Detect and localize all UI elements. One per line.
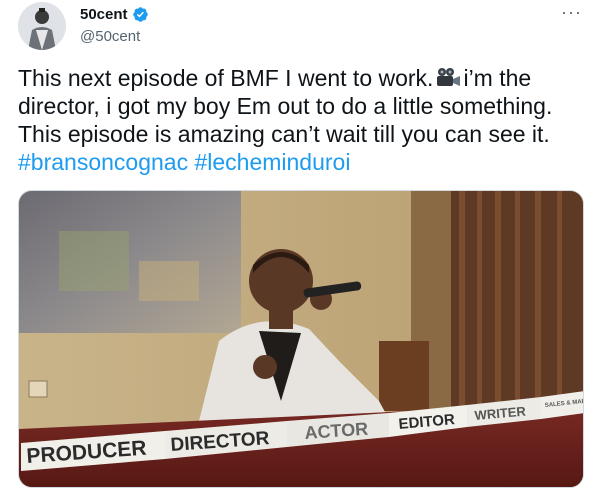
author-name-row: 50cent bbox=[80, 6, 149, 23]
tweet-text-line-3: This episode is amazing can’t wait till … bbox=[18, 121, 550, 147]
hashtag-link[interactable]: #lecheminduroi bbox=[194, 149, 350, 175]
more-options-icon[interactable]: ··· bbox=[561, 2, 582, 23]
verified-badge-icon bbox=[132, 7, 148, 22]
avatar[interactable] bbox=[18, 2, 66, 50]
movie-camera-icon bbox=[437, 68, 461, 86]
user-handle[interactable]: @50cent bbox=[80, 28, 140, 45]
tweet-text-line-2: director, i got my boy Em out to do a li… bbox=[18, 93, 553, 119]
avatar-image bbox=[18, 2, 66, 50]
hashtag-link[interactable]: #bransoncognac bbox=[18, 149, 188, 175]
tweet-hashtags: #bransoncognac #lecheminduroi bbox=[18, 148, 588, 176]
tweet-text: This next episode of BMF I went to work.… bbox=[18, 64, 588, 176]
tweet-media-photo[interactable]: PRODUCER DIRECTOR ACTOR EDITOR WRITER SA… bbox=[18, 190, 584, 488]
display-name[interactable]: 50cent bbox=[80, 6, 128, 23]
photo-man-at-panel-table: PRODUCER DIRECTOR ACTOR EDITOR WRITER SA… bbox=[19, 191, 583, 487]
tweet-text-line-1: This next episode of BMF I went to work.… bbox=[18, 65, 532, 91]
